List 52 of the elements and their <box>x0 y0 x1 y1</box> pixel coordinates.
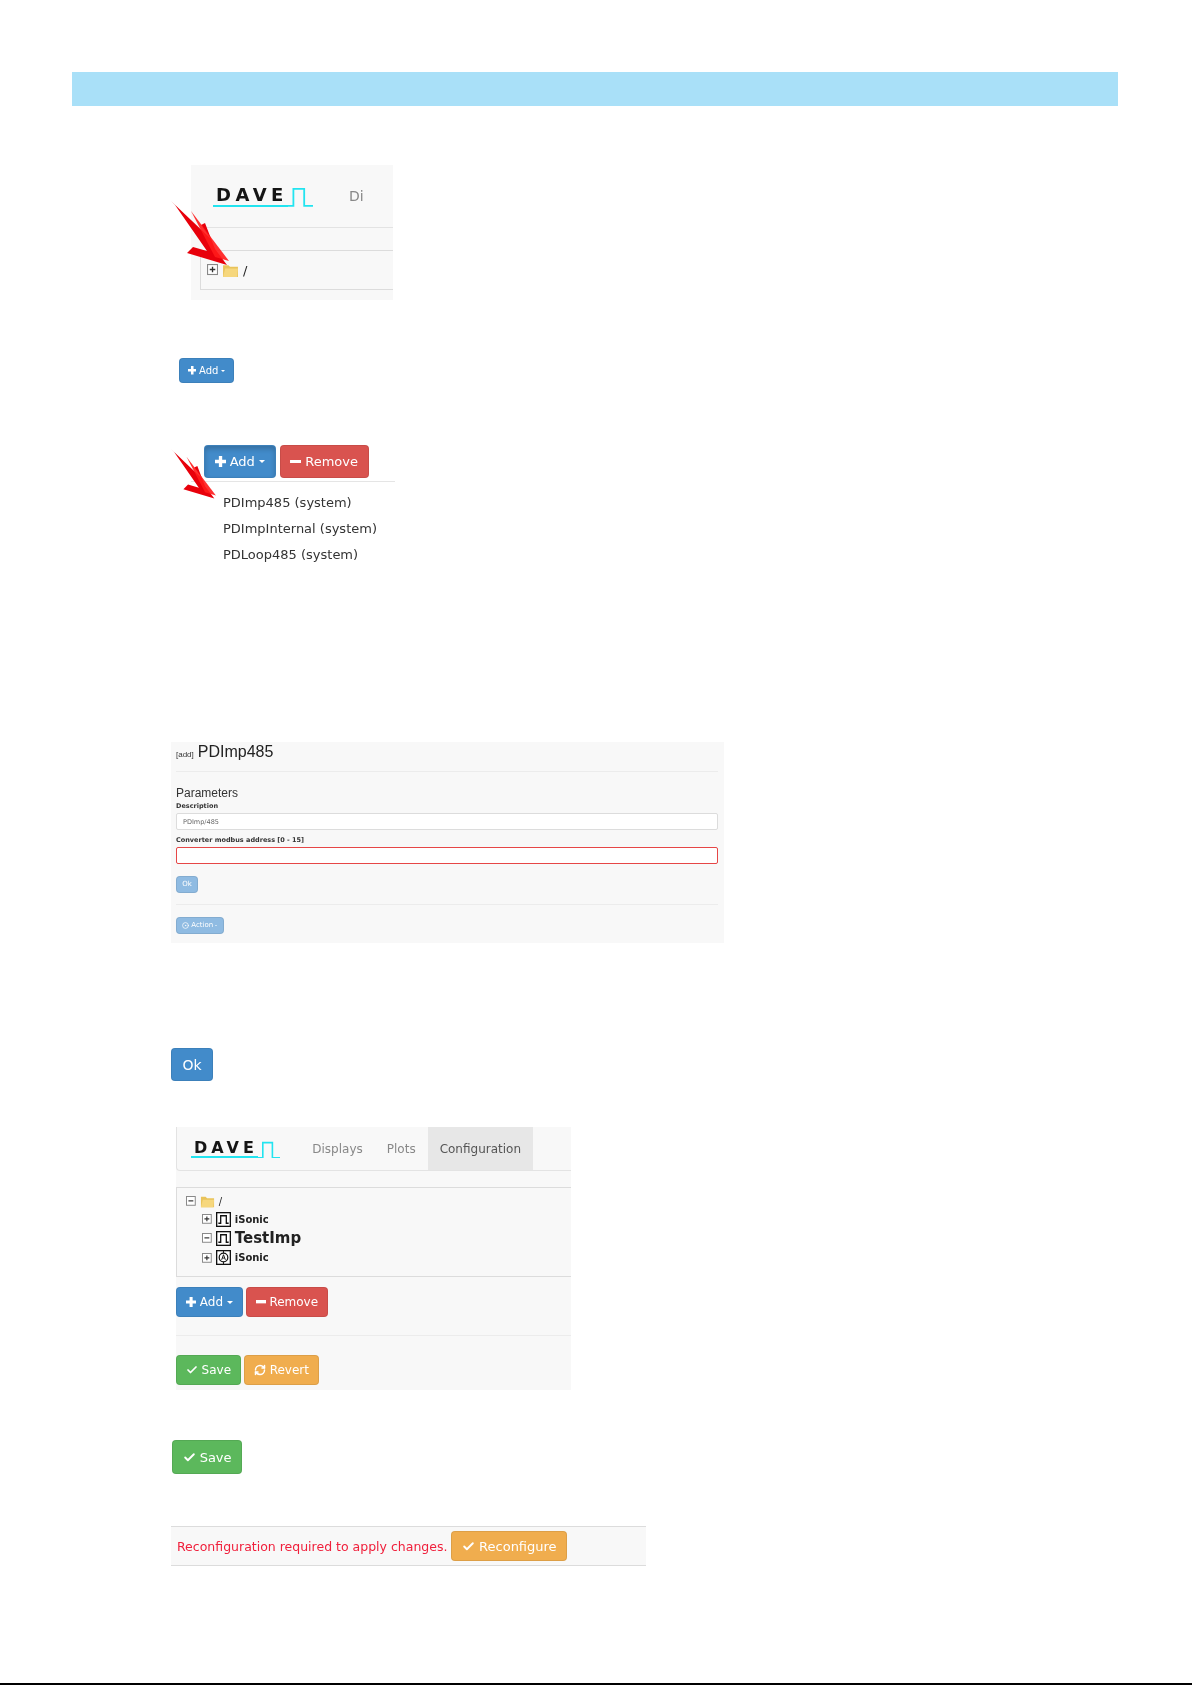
pulse-icon <box>215 1211 231 1227</box>
save-button[interactable]: Save <box>172 1440 243 1474</box>
revert-button[interactable]: Revert <box>244 1355 319 1385</box>
text-field[interactable] <box>176 847 718 864</box>
nav-tab[interactable]: Plots <box>374 1127 428 1170</box>
plus-box-icon[interactable] <box>207 264 219 276</box>
section-title: Parameters <box>176 786 240 800</box>
logo-text: DAVE <box>213 185 288 207</box>
logo-text: DAVE <box>191 1138 258 1159</box>
mode-tag: [add] <box>176 750 194 759</box>
plus-icon <box>186 1296 197 1308</box>
check-icon <box>462 1539 476 1553</box>
tree-node-label[interactable]: iSonic <box>234 1213 269 1225</box>
form-title: PDImp485 <box>197 743 274 761</box>
minus-box-icon[interactable] <box>186 1196 196 1206</box>
dropdown-item[interactable]: PDImp485 (system) <box>223 492 352 513</box>
plus-icon <box>187 366 196 375</box>
pulse-icon <box>215 1230 231 1246</box>
plus-box-icon[interactable] <box>202 1214 212 1224</box>
minus-box-icon[interactable] <box>202 1233 212 1244</box>
add-button[interactable]: Add <box>204 445 276 478</box>
add-button[interactable]: Add <box>176 1287 243 1317</box>
plus-box-icon[interactable] <box>202 1252 212 1263</box>
minus-icon <box>255 1300 266 1304</box>
ok-button[interactable]: Ok <box>171 1048 214 1081</box>
remove-button[interactable]: Remove <box>245 1287 329 1317</box>
refresh-icon <box>254 1364 267 1376</box>
caret-icon <box>221 369 226 372</box>
remove-button[interactable]: Remove <box>279 445 369 478</box>
nav-tab[interactable]: Displays <box>300 1127 375 1170</box>
caret-icon <box>258 460 265 463</box>
square-wave-icon <box>287 187 314 207</box>
nav-tab[interactable]: Di <box>349 188 364 204</box>
tree-node-label[interactable]: / <box>243 262 248 278</box>
square-wave-icon <box>257 1140 281 1159</box>
tree-node-label[interactable]: TestImp <box>234 1229 302 1248</box>
minus-icon <box>290 459 302 464</box>
add-button[interactable]: Add <box>179 358 234 383</box>
meter-icon <box>215 1250 231 1266</box>
alert-message: Reconfiguration required to apply changes. <box>177 1538 448 1554</box>
check-icon <box>186 1364 198 1376</box>
save-button[interactable]: Save <box>176 1355 242 1385</box>
caret-icon <box>226 1300 233 1304</box>
dropdown-item[interactable]: PDLoop485 (system) <box>223 544 359 565</box>
check-icon <box>182 1450 196 1464</box>
plus-icon <box>214 455 226 467</box>
dropdown-item[interactable]: PDImpInternal (system) <box>223 518 377 539</box>
tree-node-label[interactable]: / <box>218 1195 223 1207</box>
circle-icon <box>182 921 190 929</box>
reconfigure-button[interactable]: Reconfigure <box>451 1531 568 1561</box>
nav-tab[interactable]: Configuration <box>427 1127 534 1170</box>
tree-node-label[interactable]: iSonic <box>234 1252 269 1264</box>
